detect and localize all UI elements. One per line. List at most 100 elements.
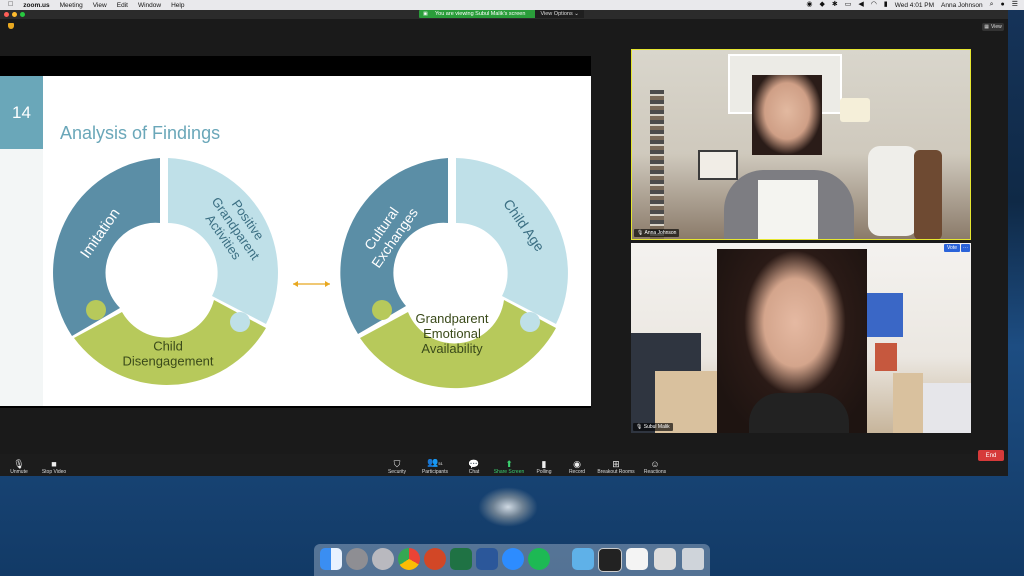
mac-menu-bar:  zoom.us Meeting View Edit Window Help …	[0, 0, 1024, 10]
left-piece-imitation	[53, 158, 160, 336]
chat-icon: 💬	[468, 459, 480, 469]
zoom-window-icon[interactable]	[20, 12, 25, 17]
menu-window[interactable]: Window	[138, 2, 161, 9]
share-screen-icon: ⬆	[505, 459, 513, 469]
person-head	[752, 75, 822, 155]
dresser	[893, 373, 923, 433]
apple-icon[interactable]: 	[8, 0, 13, 10]
volume-icon[interactable]: ◀	[858, 0, 863, 10]
r2-line: Availability	[421, 341, 483, 356]
video-vote-button[interactable]: Vote	[944, 244, 960, 252]
window-thumbnail-icon[interactable]	[654, 548, 676, 570]
menu-view[interactable]: View	[93, 2, 107, 9]
dropbox-icon[interactable]: ◆	[819, 0, 824, 10]
security-shield-icon[interactable]	[8, 23, 14, 29]
participant-name: Anna Johnson	[644, 230, 677, 236]
presentation-slide: 14 Analysis of Findings Imitation Positi…	[0, 76, 591, 406]
right-tab-1	[456, 184, 476, 204]
shared-screen[interactable]: 14 Analysis of Findings Imitation Positi…	[0, 56, 591, 408]
word-icon[interactable]	[476, 548, 498, 570]
trash-icon[interactable]	[682, 548, 704, 570]
downloads-folder-icon[interactable]	[572, 548, 594, 570]
excel-icon[interactable]	[450, 548, 472, 570]
menu-app-name[interactable]: zoom.us	[23, 2, 49, 9]
notification-center-icon[interactable]: ☰	[1012, 0, 1018, 10]
mac-dock	[314, 544, 710, 576]
chair	[914, 150, 942, 239]
security-button[interactable]: ⛉ Security	[384, 455, 410, 475]
stop-video-label: Stop Video	[41, 469, 67, 475]
chat-label: Chat	[468, 469, 480, 475]
security-label: Security	[387, 469, 407, 475]
unmute-button[interactable]: 🎙 Unmute	[8, 455, 30, 475]
menu-help[interactable]: Help	[171, 2, 184, 9]
airplay-icon[interactable]: ▭	[845, 0, 852, 10]
menu-clock[interactable]: Wed 4:01 PM	[895, 2, 934, 9]
participant-name-label: 🎙 Subul Malik	[633, 423, 673, 431]
mic-muted-icon: 🎙	[637, 230, 644, 236]
video-more-button[interactable]: ···	[961, 244, 970, 252]
view-mode-button[interactable]: ▦ View	[982, 23, 1004, 31]
mic-muted-icon: 🎙	[636, 424, 643, 430]
reactions-button[interactable]: ☺ Reactions	[642, 455, 668, 475]
left-cycle: Imitation PositiveGrandparentActivities …	[53, 158, 278, 385]
double-arrow	[293, 281, 330, 287]
spotlight-icon[interactable]: ⌕	[990, 0, 994, 10]
poster-small	[875, 343, 897, 371]
chair-blanket	[868, 146, 918, 236]
title-bar: ▣ You are viewing Subul Malik's screen V…	[0, 10, 1008, 19]
view-options-button[interactable]: View Options ⌄	[535, 10, 584, 18]
record-label: Record	[568, 469, 586, 475]
person-shirt	[758, 180, 818, 239]
minimize-window-icon[interactable]	[12, 12, 17, 17]
menu-meeting[interactable]: Meeting	[60, 2, 83, 9]
video-tile-anna[interactable]: 🎙 Anna Johnson	[631, 49, 971, 240]
record-icon: ◉	[573, 459, 581, 469]
desktop-wallpaper-rock	[478, 487, 538, 527]
end-meeting-button[interactable]: End	[978, 450, 1004, 461]
left-tab-1	[168, 184, 188, 204]
l2-line: Disengagement	[122, 353, 213, 368]
wifi-icon[interactable]: ◠	[871, 0, 877, 10]
clothes	[923, 383, 971, 433]
zoom-icon[interactable]	[502, 548, 524, 570]
spotify-icon[interactable]	[528, 548, 550, 570]
person-shirt	[749, 393, 849, 433]
video-tile-subul[interactable]: 🎙 Subul Malik	[631, 243, 971, 433]
share-indicator-icon: ▣	[423, 11, 428, 17]
chrome-icon[interactable]	[398, 548, 420, 570]
finder-icon[interactable]	[320, 548, 342, 570]
chat-button[interactable]: 💬 Chat	[466, 455, 482, 475]
zoom-status-icon[interactable]: ◉	[806, 0, 812, 10]
participants-icon: 👥51	[427, 457, 443, 467]
stop-video-button[interactable]: ■ Stop Video	[38, 455, 70, 475]
window-thumbnail-icon[interactable]	[598, 548, 622, 572]
record-button[interactable]: ◉ Record	[566, 455, 588, 475]
close-window-icon[interactable]	[4, 12, 9, 17]
breakout-rooms-button[interactable]: ⊞ Breakout Rooms	[596, 455, 636, 475]
document-thumbnail-icon[interactable]	[626, 548, 648, 570]
siri-icon[interactable]: ●	[1000, 0, 1004, 10]
participants-button[interactable]: 👥51 Participants	[420, 455, 450, 475]
zoom-window: ▣ You are viewing Subul Malik's screen V…	[0, 10, 1008, 476]
participants-label: Participants	[421, 469, 449, 475]
powerpoint-icon[interactable]	[424, 548, 446, 570]
l2-line: Child	[153, 339, 183, 354]
participant-name: Subul Malik	[643, 424, 670, 430]
polling-label: Polling	[536, 469, 552, 475]
bluetooth-icon[interactable]: ✱	[832, 0, 838, 10]
menu-edit[interactable]: Edit	[117, 2, 128, 9]
battery-icon[interactable]: ▮	[884, 0, 888, 10]
left-tab-3	[230, 312, 250, 332]
poster	[865, 293, 903, 337]
launchpad-icon[interactable]	[372, 548, 394, 570]
system-preferences-icon[interactable]	[346, 548, 368, 570]
reactions-label: Reactions	[643, 469, 667, 475]
banner-message: You are viewing Subul Malik's screen	[435, 11, 526, 17]
right-tab-3	[520, 312, 540, 332]
r2-line: Emotional	[423, 326, 481, 341]
share-screen-button[interactable]: ⬆ Share Screen	[492, 455, 526, 475]
polling-button[interactable]: ▮ Polling	[534, 455, 554, 475]
menu-user[interactable]: Anna Johnson	[941, 2, 983, 9]
reactions-icon: ☺	[650, 459, 660, 469]
